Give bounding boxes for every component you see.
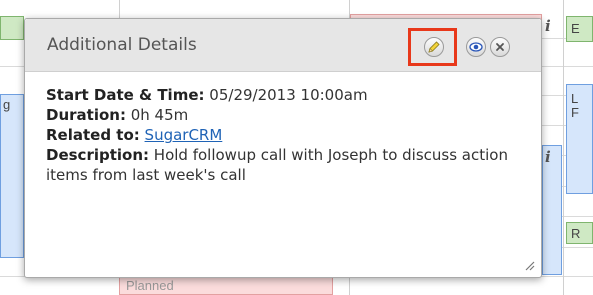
popup-header: Additional Details xyxy=(25,19,541,72)
event-label: L xyxy=(571,91,579,106)
additional-details-popup: Additional Details Start Date & Time: 05… xyxy=(24,18,542,278)
calendar-event[interactable]: g xyxy=(0,94,24,258)
eye-icon xyxy=(469,42,483,52)
info-icon[interactable]: i xyxy=(545,17,551,35)
calendar-event[interactable] xyxy=(0,16,24,40)
close-icon xyxy=(496,43,504,51)
grid-column xyxy=(563,0,564,295)
event-label: F xyxy=(571,105,579,120)
resize-handle-icon[interactable] xyxy=(523,259,535,271)
duration-value: 0h 45m xyxy=(130,106,189,124)
event-label: E xyxy=(571,21,580,36)
related-label: Related to: xyxy=(46,126,140,144)
description-label: Description: xyxy=(46,146,150,164)
edit-button[interactable] xyxy=(424,37,444,57)
calendar-event[interactable]: E xyxy=(566,16,593,42)
detail-related: Related to: SugarCRM xyxy=(46,125,516,145)
calendar-event[interactable]: L F xyxy=(566,84,593,194)
start-label: Start Date & Time: xyxy=(46,86,205,104)
related-link[interactable]: SugarCRM xyxy=(145,126,223,144)
calendar-event[interactable]: R xyxy=(566,222,593,244)
duration-label: Duration: xyxy=(46,106,126,124)
pencil-icon xyxy=(428,41,440,53)
popup-details: Start Date & Time: 05/29/2013 10:00am Du… xyxy=(46,85,516,185)
event-label: g xyxy=(3,97,11,112)
detail-duration: Duration: 0h 45m xyxy=(46,105,516,125)
popup-title: Additional Details xyxy=(47,35,197,55)
detail-description: Description: Hold followup call with Jos… xyxy=(46,145,516,185)
event-label: R xyxy=(571,226,581,241)
close-button[interactable] xyxy=(490,37,510,57)
view-button[interactable] xyxy=(466,37,486,57)
start-value: 05/29/2013 10:00am xyxy=(209,86,368,104)
detail-start: Start Date & Time: 05/29/2013 10:00am xyxy=(46,85,516,105)
event-label: Planned xyxy=(126,278,174,293)
info-icon[interactable]: i xyxy=(545,148,551,166)
